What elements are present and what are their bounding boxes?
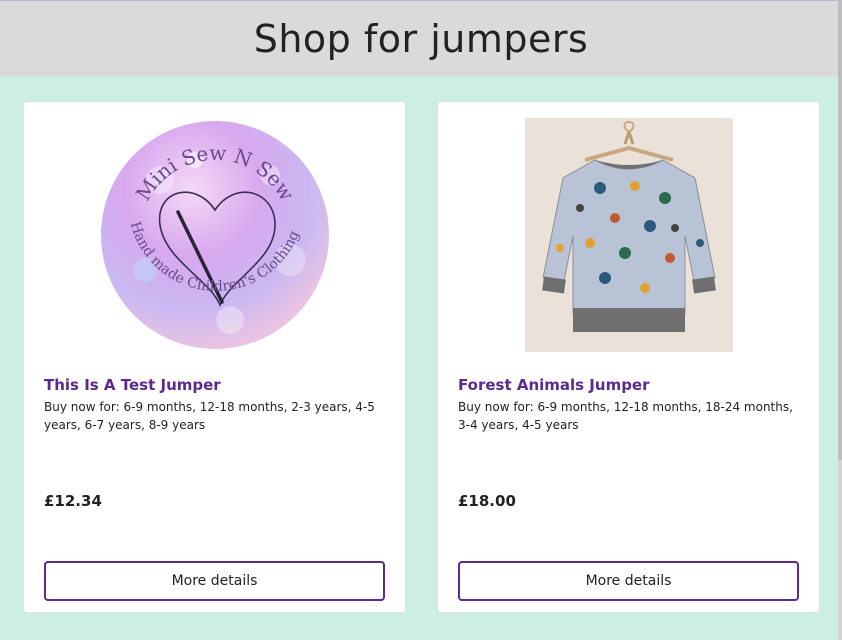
product-sizes: Buy now for: 6-9 months, 12-18 months, 2… xyxy=(44,400,375,432)
product-card: Forest Animals Jumper Buy now for: 6-9 m… xyxy=(437,101,820,613)
jumper-photo xyxy=(524,118,733,352)
product-price: £18.00 xyxy=(458,492,516,510)
product-sizes: Buy now for: 6-9 months, 12-18 months, 1… xyxy=(458,400,793,432)
product-title[interactable]: This Is A Test Jumper xyxy=(44,376,385,394)
brand-logo-image: Mini Sew N Sew Hand made Children's Clot… xyxy=(100,121,329,349)
scrollbar-thumb[interactable] xyxy=(838,0,842,460)
page-header: Shop for jumpers xyxy=(0,0,842,77)
product-price: £12.34 xyxy=(44,492,102,510)
scrollbar[interactable] xyxy=(838,0,842,640)
product-image: Mini Sew N Sew Hand made Children's Clot… xyxy=(24,118,405,352)
more-details-button[interactable]: More details xyxy=(44,561,385,601)
product-image xyxy=(438,118,819,352)
more-details-button[interactable]: More details xyxy=(458,561,799,601)
product-title[interactable]: Forest Animals Jumper xyxy=(458,376,799,394)
page-title: Shop for jumpers xyxy=(253,17,589,61)
product-card: Mini Sew N Sew Hand made Children's Clot… xyxy=(23,101,406,613)
